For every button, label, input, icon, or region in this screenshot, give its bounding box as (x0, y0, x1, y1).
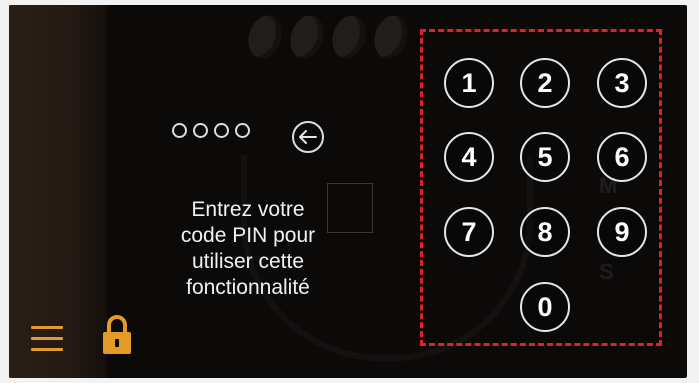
coffee-bean-icon (326, 11, 372, 63)
pin-dot (193, 123, 208, 138)
message-line: Entrez votre (191, 198, 305, 221)
pin-prompt-message: Entrez votre code PIN pour utiliser cett… (139, 197, 357, 301)
key-0[interactable]: 0 (520, 282, 570, 332)
coffee-bean-icon (368, 11, 414, 63)
pin-indicator (172, 123, 250, 138)
pin-dot (172, 123, 187, 138)
key-1[interactable]: 1 (444, 58, 494, 108)
hamburger-menu-icon[interactable] (31, 326, 63, 354)
coffee-bean-icon (242, 11, 288, 63)
key-8[interactable]: 8 (520, 207, 570, 257)
key-7[interactable]: 7 (444, 207, 494, 257)
coffee-beans-decoration (242, 11, 414, 63)
message-line: code PIN pour (180, 224, 316, 247)
coffee-bean-icon (284, 11, 330, 63)
key-6[interactable]: 6 (597, 132, 647, 182)
key-2[interactable]: 2 (520, 58, 570, 108)
numeric-keypad: 1 2 3 4 5 6 7 8 9 0 (420, 29, 662, 346)
arrow-left-icon (299, 130, 317, 144)
key-4[interactable]: 4 (444, 132, 494, 182)
message-line: utiliser cette (191, 250, 305, 273)
left-wood-panel (9, 5, 107, 378)
pin-dot (235, 123, 250, 138)
lock-icon (103, 315, 131, 354)
key-5[interactable]: 5 (520, 132, 570, 182)
key-3[interactable]: 3 (597, 58, 647, 108)
message-line: fonctionnalité (186, 276, 310, 299)
key-9[interactable]: 9 (597, 207, 647, 257)
pin-entry-screen: M S Entrez votre code PIN pour utiliser … (9, 5, 687, 378)
backspace-button[interactable] (292, 121, 324, 153)
pin-dot (214, 123, 229, 138)
